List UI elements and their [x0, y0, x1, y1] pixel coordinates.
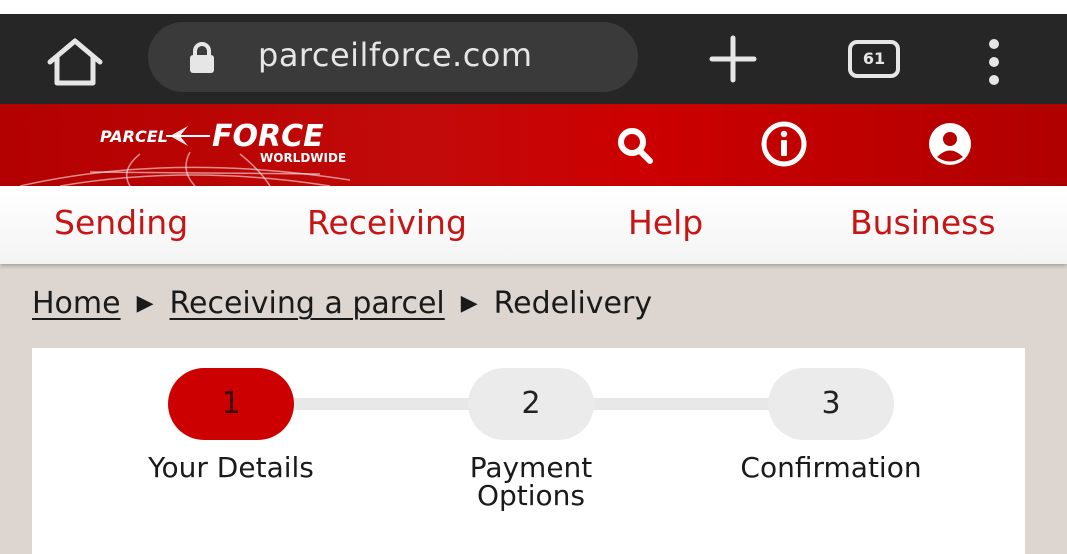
- main-nav: Sending Receiving Help Business: [0, 186, 1067, 264]
- parcelforce-logo[interactable]: PARCEL FORCE WORLDWIDE: [20, 104, 440, 186]
- url-text: parceilforce.com: [258, 36, 533, 74]
- browser-toolbar: parceilforce.com 61: [0, 14, 1067, 104]
- step-3-label: Confirmation: [740, 451, 922, 484]
- svg-text:FORCE: FORCE: [212, 119, 324, 154]
- status-strip: [0, 0, 1067, 14]
- nav-item-sending[interactable]: Sending: [54, 203, 188, 242]
- search-icon[interactable]: [612, 120, 660, 168]
- breadcrumb-home-link[interactable]: Home: [32, 286, 121, 321]
- breadcrumb-parent-link[interactable]: Receiving a parcel: [170, 286, 445, 321]
- nav-item-help[interactable]: Help: [628, 203, 703, 242]
- address-bar[interactable]: parceilforce.com: [148, 22, 638, 92]
- svg-text:WORLDWIDE: WORLDWIDE: [260, 151, 346, 165]
- tabs-icon[interactable]: 61: [848, 40, 900, 78]
- home-icon[interactable]: [44, 36, 106, 88]
- info-icon[interactable]: [760, 120, 808, 168]
- breadcrumb-separator-icon: ▶: [460, 291, 478, 316]
- site-header: PARCEL FORCE WORLDWIDE: [0, 104, 1067, 186]
- svg-text:PARCEL: PARCEL: [100, 127, 168, 146]
- step-1-indicator: 1: [168, 368, 294, 440]
- nav-item-receiving[interactable]: Receiving: [307, 203, 467, 242]
- step-3-indicator: 3: [768, 368, 894, 440]
- more-vert-icon[interactable]: [978, 36, 1010, 88]
- page-content: Home ▶ Receiving a parcel ▶ Redelivery 1 2 3…: [0, 264, 1067, 554]
- step-2-label: Payment Options: [469, 451, 593, 512]
- breadcrumb: Home ▶ Receiving a parcel ▶ Redelivery: [32, 286, 652, 321]
- step-1-label: Your Details: [148, 451, 314, 484]
- breadcrumb-separator-icon: ▶: [136, 291, 154, 316]
- progress-card: 1 2 3 Your Details Payment Options Confi…: [32, 348, 1025, 554]
- account-icon[interactable]: [926, 120, 974, 168]
- breadcrumb-current: Redelivery: [493, 286, 653, 321]
- step-2-indicator: 2: [468, 368, 594, 440]
- lock-icon: [190, 42, 214, 73]
- plus-icon[interactable]: [708, 34, 758, 84]
- nav-item-business[interactable]: Business: [850, 203, 996, 242]
